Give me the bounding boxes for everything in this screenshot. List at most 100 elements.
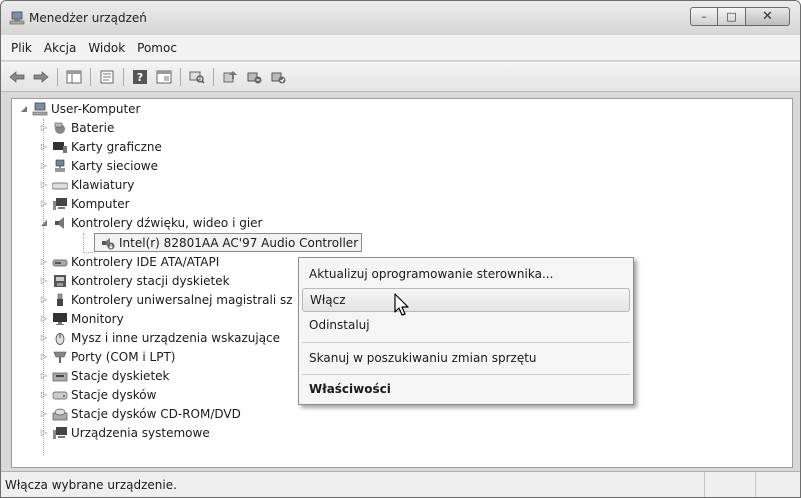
expand-triangle-icon[interactable]: ▷ <box>38 142 50 151</box>
caption-buttons: – □ ✕ <box>690 7 790 26</box>
floppy-controller-icon <box>54 274 66 287</box>
tree-item-urzadzenia-systemowe[interactable]: ▷ Urządzenia systemowe <box>38 423 210 442</box>
expand-triangle-icon[interactable]: ▷ <box>38 371 50 380</box>
tree-item-porty[interactable]: ▷ Porty (COM i LPT) <box>38 347 176 366</box>
context-menu: Aktualizuj oprogramowanie sterownika... … <box>298 257 634 405</box>
menu-akcja[interactable]: Akcja <box>38 38 82 58</box>
device-manager-window: Menedżer urządzeń – □ ✕ Plik Akcja Widok… <box>0 0 801 498</box>
tree-item-label: Stacje dyskietek <box>71 368 170 383</box>
menu-widok[interactable]: Widok <box>82 38 131 58</box>
menu-item-uninstall[interactable]: Odinstaluj <box>302 313 630 337</box>
menu-item-label: Aktualizuj oprogramowanie sterownika... <box>309 267 554 281</box>
tree-item-intel-audio-controller[interactable]: Intel(r) 82801AA AC'97 Audio Controller <box>94 233 363 252</box>
tree-root[interactable]: ◢ User-Komputer <box>18 99 141 118</box>
menu-item-enable[interactable]: Włącz <box>302 288 630 312</box>
menu-item-properties[interactable]: Właściwości <box>302 377 630 401</box>
help-icon[interactable]: ? <box>130 67 150 87</box>
tree-item-stacje-dyskow[interactable]: ▷ Stacje dysków <box>38 385 157 404</box>
expand-triangle-icon[interactable]: ▷ <box>38 333 50 342</box>
tree-item-monitory[interactable]: ▷ Monitory <box>38 309 124 328</box>
close-button[interactable]: ✕ <box>746 7 790 26</box>
keyboard-icon <box>52 182 68 189</box>
scan-hardware-icon[interactable] <box>187 67 207 87</box>
collapse-triangle-icon[interactable]: ◢ <box>18 104 30 113</box>
toolbar-separator <box>57 67 58 86</box>
expand-triangle-icon[interactable]: ▷ <box>38 390 50 399</box>
tree-item-label: Stacje dysków <box>71 387 157 402</box>
tree-item-label: Stacje dysków CD-ROM/DVD <box>71 406 241 421</box>
tree-item-label: Karty sieciowe <box>71 158 159 173</box>
expand-triangle-icon[interactable]: ▷ <box>38 180 50 189</box>
tree-item-label: Kontrolery IDE ATA/ATAPI <box>71 254 220 269</box>
expand-triangle-icon[interactable]: ▷ <box>38 428 50 437</box>
disabled-audio-device-icon <box>102 237 115 249</box>
toolbar-separator <box>180 67 181 86</box>
enable-device-icon[interactable] <box>268 67 288 87</box>
battery-icon <box>54 122 65 134</box>
expand-triangle-icon[interactable]: ▷ <box>38 199 50 208</box>
show-hide-console-tree-icon[interactable] <box>64 67 84 87</box>
expand-triangle-icon[interactable]: ▷ <box>38 123 50 132</box>
toolbar-separator <box>123 67 124 86</box>
toolbar-separator <box>213 67 214 86</box>
disable-device-icon[interactable] <box>244 67 264 87</box>
tree-item-kontrolery-usb[interactable]: ▷ Kontrolery uniwersalnej magistrali sz <box>38 290 293 309</box>
tree-item-karty-sieciowe[interactable]: ▷ Karty sieciowe <box>38 156 158 175</box>
menu-bar: Plik Akcja Widok Pomoc <box>1 35 800 61</box>
tree-item-stacje-cdrom[interactable]: ▷ Stacje dysków CD-ROM/DVD <box>38 404 241 423</box>
tree-item-mysz[interactable]: ▷ Mysz i inne urządzenia wskazujące <box>38 328 280 347</box>
maximize-button[interactable]: □ <box>718 7 746 26</box>
mouse-icon <box>55 332 65 345</box>
mouse-cursor-icon <box>394 293 409 316</box>
toolbar-separator <box>90 67 91 86</box>
collapse-triangle-icon[interactable]: ◢ <box>38 218 50 227</box>
minimize-button[interactable]: – <box>690 7 718 26</box>
toolbar: ? <box>1 62 800 92</box>
tree-item-label: Mysz i inne urządzenia wskazujące <box>71 330 281 345</box>
svg-text:?: ? <box>137 71 143 84</box>
menu-item-label: Skanuj w poszukiwaniu zmian sprzętu <box>309 351 537 365</box>
expand-triangle-icon[interactable]: ▷ <box>38 161 50 170</box>
tree-item-klawiatury[interactable]: ▷ Klawiatury <box>38 175 134 194</box>
tree-item-stacje-dyskietek[interactable]: ▷ Stacje dyskietek <box>38 366 170 385</box>
tree-item-kontrolery-ide[interactable]: ▷ Kontrolery IDE ATA/ATAPI <box>38 252 219 271</box>
title-bar[interactable]: Menedżer urządzeń – □ ✕ <box>1 1 800 35</box>
expand-triangle-icon[interactable]: ▷ <box>38 352 50 361</box>
console-view-icon[interactable] <box>154 67 174 87</box>
menu-separator <box>302 342 630 343</box>
tree-item-label: Porty (COM i LPT) <box>71 349 176 364</box>
update-driver-icon[interactable] <box>220 67 240 87</box>
display-adapter-icon <box>53 141 67 153</box>
menu-item-update-driver[interactable]: Aktualizuj oprogramowanie sterownika... <box>302 262 630 286</box>
expand-triangle-icon[interactable]: ▷ <box>38 276 50 285</box>
menu-plik[interactable]: Plik <box>5 38 38 58</box>
menu-item-label: Właściwości <box>309 382 391 396</box>
expand-triangle-icon[interactable]: ▷ <box>38 314 50 323</box>
tree-item-label: Baterie <box>71 120 115 135</box>
menu-item-scan-hardware[interactable]: Skanuj w poszukiwaniu zmian sprzętu <box>302 346 630 370</box>
tree-item-label: Monitory <box>71 311 124 326</box>
menu-pomoc[interactable]: Pomoc <box>131 38 183 58</box>
properties-icon[interactable] <box>97 67 117 87</box>
tree-item-label: Karty graficzne <box>71 139 162 154</box>
tree-item-komputer[interactable]: ▷ Komputer <box>38 194 130 213</box>
tree-item-label: Kontrolery dźwięku, wideo i gier <box>71 215 263 230</box>
ide-controller-icon <box>52 259 68 266</box>
tree-root-label: User-Komputer <box>51 101 141 116</box>
tree-item-kontrolery-dzwieku[interactable]: ◢ Kontrolery dźwięku, wideo i gier <box>38 213 263 232</box>
menu-item-label: Odinstaluj <box>309 318 370 332</box>
expand-triangle-icon[interactable]: ▷ <box>38 409 50 418</box>
expand-triangle-icon[interactable]: ▷ <box>38 295 50 304</box>
tree-item-label: Kontrolery stacji dyskietek <box>71 273 230 288</box>
tree-item-baterie[interactable]: ▷ Baterie <box>38 118 114 137</box>
tree-item-karty-graficzne[interactable]: ▷ Karty graficzne <box>38 137 162 156</box>
tree-item-label: Klawiatury <box>71 177 135 192</box>
cdrom-icon <box>52 408 68 420</box>
tree-item-kontrolery-stacji-dyskietek[interactable]: ▷ Kontrolery stacji dyskietek <box>38 271 230 290</box>
status-bar: Włącza wybrane urządzenie. <box>1 471 800 497</box>
expand-triangle-icon[interactable]: ▷ <box>38 257 50 266</box>
back-arrow-icon[interactable] <box>7 67 27 87</box>
usb-icon <box>57 293 63 306</box>
forward-arrow-icon[interactable] <box>31 67 51 87</box>
window-title: Menedżer urządzeń <box>29 11 147 25</box>
